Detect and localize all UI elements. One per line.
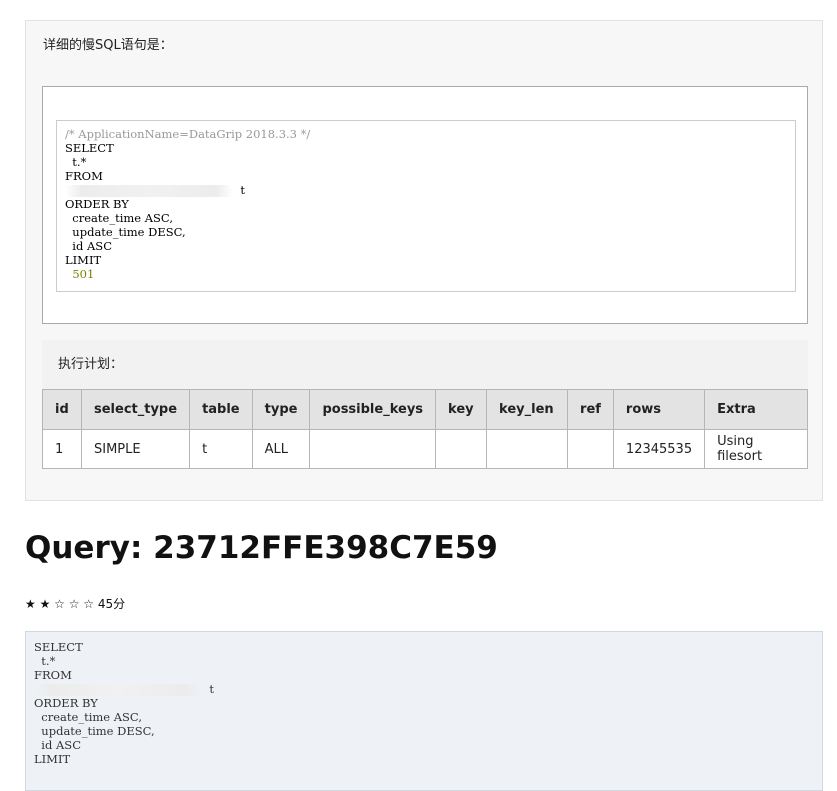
col-header-key-len: key_len <box>486 389 569 430</box>
sql-order-by: ORDER BY <box>65 197 129 211</box>
query-score: 45分 <box>97 597 126 611</box>
col-header-table: table <box>189 389 253 430</box>
table-header-row: id select_type table type possible_keys … <box>42 389 808 430</box>
redacted-table-name <box>34 684 202 696</box>
q-sql-order-3: id ASC <box>34 738 81 752</box>
star-rating-icon: ★ ★ ☆ ☆ ☆ <box>25 597 95 611</box>
plan-heading: 执行计划： <box>42 340 808 390</box>
cell-rows: 12345535 <box>612 429 706 469</box>
sql-limit: LIMIT <box>65 253 102 267</box>
q-sql-cols: t.* <box>34 654 56 668</box>
sql-from: FROM <box>65 169 103 183</box>
sql-code-box: /* ApplicationName=DataGrip 2018.3.3 */ … <box>56 120 796 292</box>
cell-ref <box>567 429 614 469</box>
redacted-table-name <box>65 185 233 197</box>
q-sql-limit: LIMIT <box>34 752 71 766</box>
sql-order-3: id ASC <box>65 239 112 253</box>
explain-plan-table: id select_type table type possible_keys … <box>42 389 808 469</box>
slow-query-card: 详细的慢SQL语句是： /* ApplicationName=DataGrip … <box>25 20 823 501</box>
table-row: 1 SIMPLE t ALL 12345535 Using filesort <box>42 429 808 469</box>
sql-select: SELECT <box>65 141 114 155</box>
query-sql-code: SELECT t.* FROM t ORDER BY create_time A… <box>34 640 822 766</box>
col-header-possible-keys: possible_keys <box>309 389 437 430</box>
sql-table-alias: t <box>240 183 245 197</box>
col-header-key: key <box>435 389 488 430</box>
col-header-id: id <box>42 389 82 430</box>
slow-sql-code: /* ApplicationName=DataGrip 2018.3.3 */ … <box>65 127 795 281</box>
cell-key <box>435 429 488 469</box>
cell-id: 1 <box>42 429 82 469</box>
sql-outer-box: /* ApplicationName=DataGrip 2018.3.3 */ … <box>42 86 808 324</box>
col-header-type: type <box>251 389 311 430</box>
query-sql-block: SELECT t.* FROM t ORDER BY create_time A… <box>25 631 823 791</box>
q-sql-table-alias: t <box>209 682 214 696</box>
sql-order-2: update_time DESC, <box>65 225 186 239</box>
cell-extra: Using filesort <box>704 429 808 469</box>
q-sql-from: FROM <box>34 668 72 682</box>
cell-possible-keys <box>309 429 437 469</box>
col-header-ref: ref <box>567 389 614 430</box>
q-sql-order-1: create_time ASC, <box>34 710 142 724</box>
query-title: Query: 23712FFE398C7E59 <box>25 530 498 566</box>
cell-key-len <box>486 429 569 469</box>
sql-comment: /* ApplicationName=DataGrip 2018.3.3 */ <box>65 127 311 141</box>
q-sql-order-by: ORDER BY <box>34 696 98 710</box>
cell-type: ALL <box>251 429 311 469</box>
col-header-select-type: select_type <box>80 389 191 430</box>
col-header-extra: Extra <box>704 389 808 430</box>
sql-limit-value: 501 <box>72 267 95 281</box>
col-header-rows: rows <box>612 389 706 430</box>
query-rating: ★ ★ ☆ ☆ ☆ 45分 <box>25 595 125 612</box>
q-sql-order-2: update_time DESC, <box>34 724 155 738</box>
slow-sql-heading: 详细的慢SQL语句是： <box>26 21 822 71</box>
cell-select-type: SIMPLE <box>80 429 191 469</box>
cell-table: t <box>189 429 253 469</box>
q-sql-select: SELECT <box>34 640 83 654</box>
sql-cols: t.* <box>65 155 87 169</box>
sql-order-1: create_time ASC, <box>65 211 173 225</box>
